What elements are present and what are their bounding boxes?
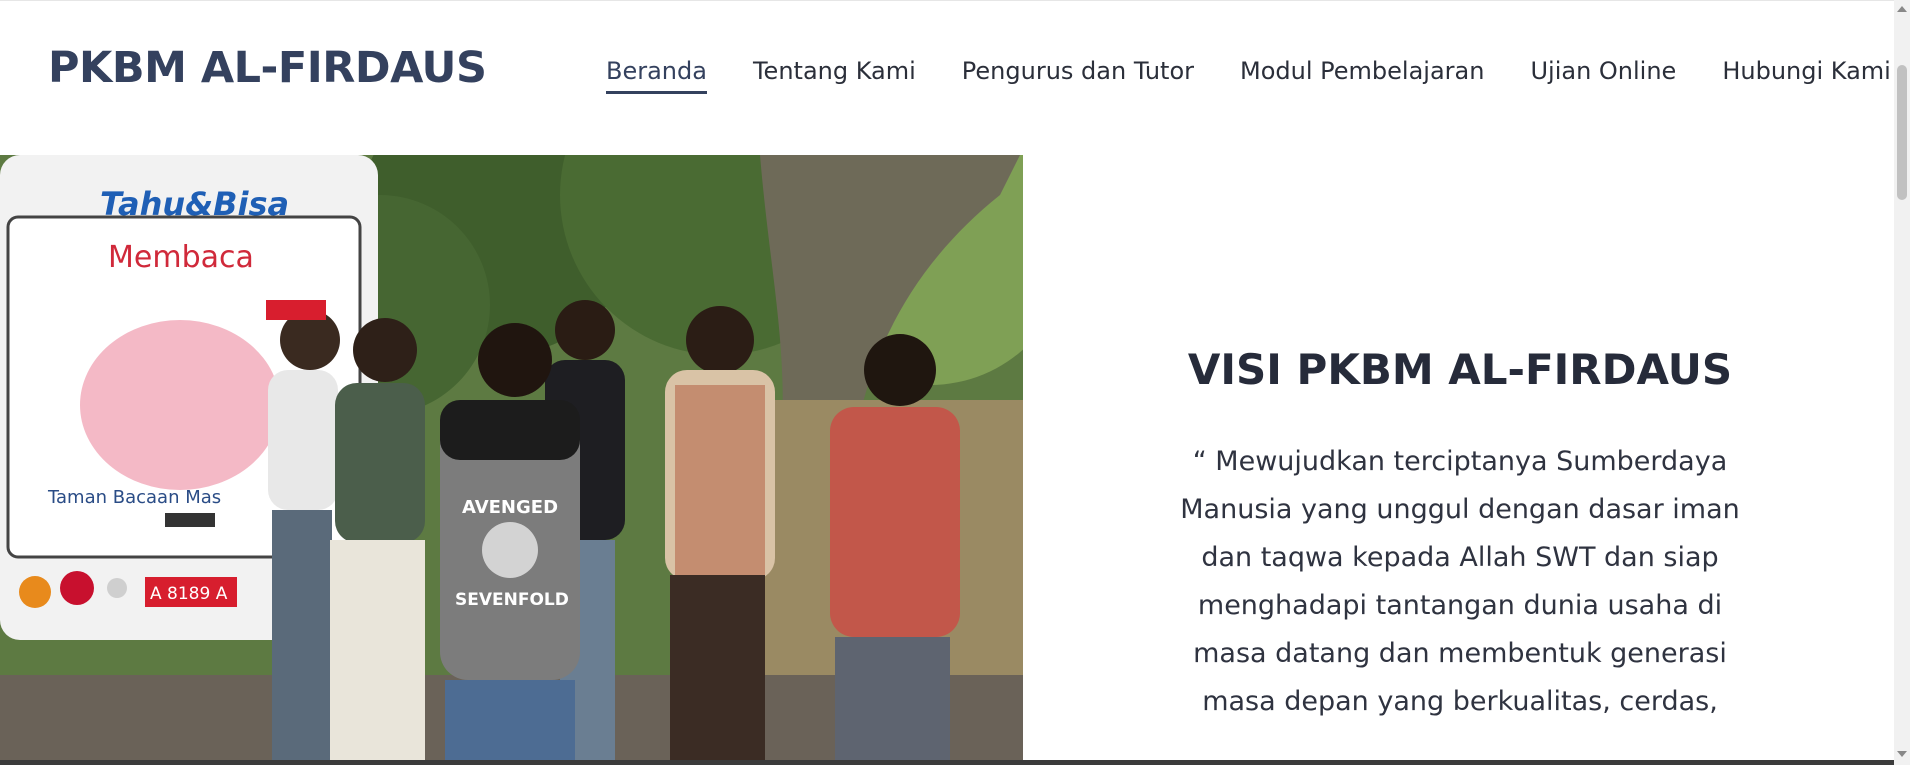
hero-photo: Tahu&Bisa KARENA Membaca Taman Bacaan Ma… bbox=[0, 155, 1023, 760]
nav-item-pengurus-dan-tutor[interactable]: Pengurus dan Tutor bbox=[962, 57, 1194, 94]
nav-item-tentang-kami[interactable]: Tentang Kami bbox=[753, 57, 916, 94]
sign-small-text: KARENA bbox=[158, 227, 203, 240]
window-bottom-edge bbox=[0, 760, 1894, 765]
nav-item-modul-pembelajaran[interactable]: Modul Pembelajaran bbox=[1240, 57, 1484, 94]
site-header: PKBM AL-FIRDAUS Beranda Tentang Kami Pen… bbox=[0, 0, 1894, 156]
page-scrollbar[interactable] bbox=[1894, 0, 1910, 765]
scroll-up-arrow-icon[interactable] bbox=[1897, 6, 1907, 12]
scroll-down-arrow-icon[interactable] bbox=[1897, 751, 1907, 757]
sign-bottom-text: Taman Bacaan Mas bbox=[47, 487, 221, 508]
scroll-thumb[interactable] bbox=[1897, 65, 1907, 200]
nav-item-hubungi-kami[interactable]: Hubungi Kami bbox=[1722, 57, 1891, 94]
nav-item-beranda[interactable]: Beranda bbox=[606, 57, 707, 94]
site-logo[interactable]: PKBM AL-FIRDAUS bbox=[48, 43, 487, 93]
license-plate-text: A 8189 A bbox=[150, 584, 228, 604]
main-nav: Beranda Tentang Kami Pengurus dan Tutor … bbox=[606, 57, 1891, 94]
sign-subtitle-text: Membaca bbox=[108, 240, 254, 275]
shirt-text-bottom: SEVENFOLD bbox=[455, 590, 569, 610]
visi-text: “ Mewujudkan terciptanya Sumberdaya Manu… bbox=[1180, 446, 1740, 717]
visi-section: VISI PKBM AL-FIRDAUS “ Mewujudkan tercip… bbox=[1110, 345, 1810, 726]
hero-photo-illustration: Tahu&Bisa KARENA Membaca Taman Bacaan Ma… bbox=[0, 155, 1023, 760]
visi-title: VISI PKBM AL-FIRDAUS bbox=[1187, 345, 1733, 394]
nav-item-ujian-online[interactable]: Ujian Online bbox=[1530, 57, 1676, 94]
shirt-text-top: AVENGED bbox=[462, 497, 558, 518]
sign-title-text: Tahu&Bisa bbox=[100, 185, 289, 223]
